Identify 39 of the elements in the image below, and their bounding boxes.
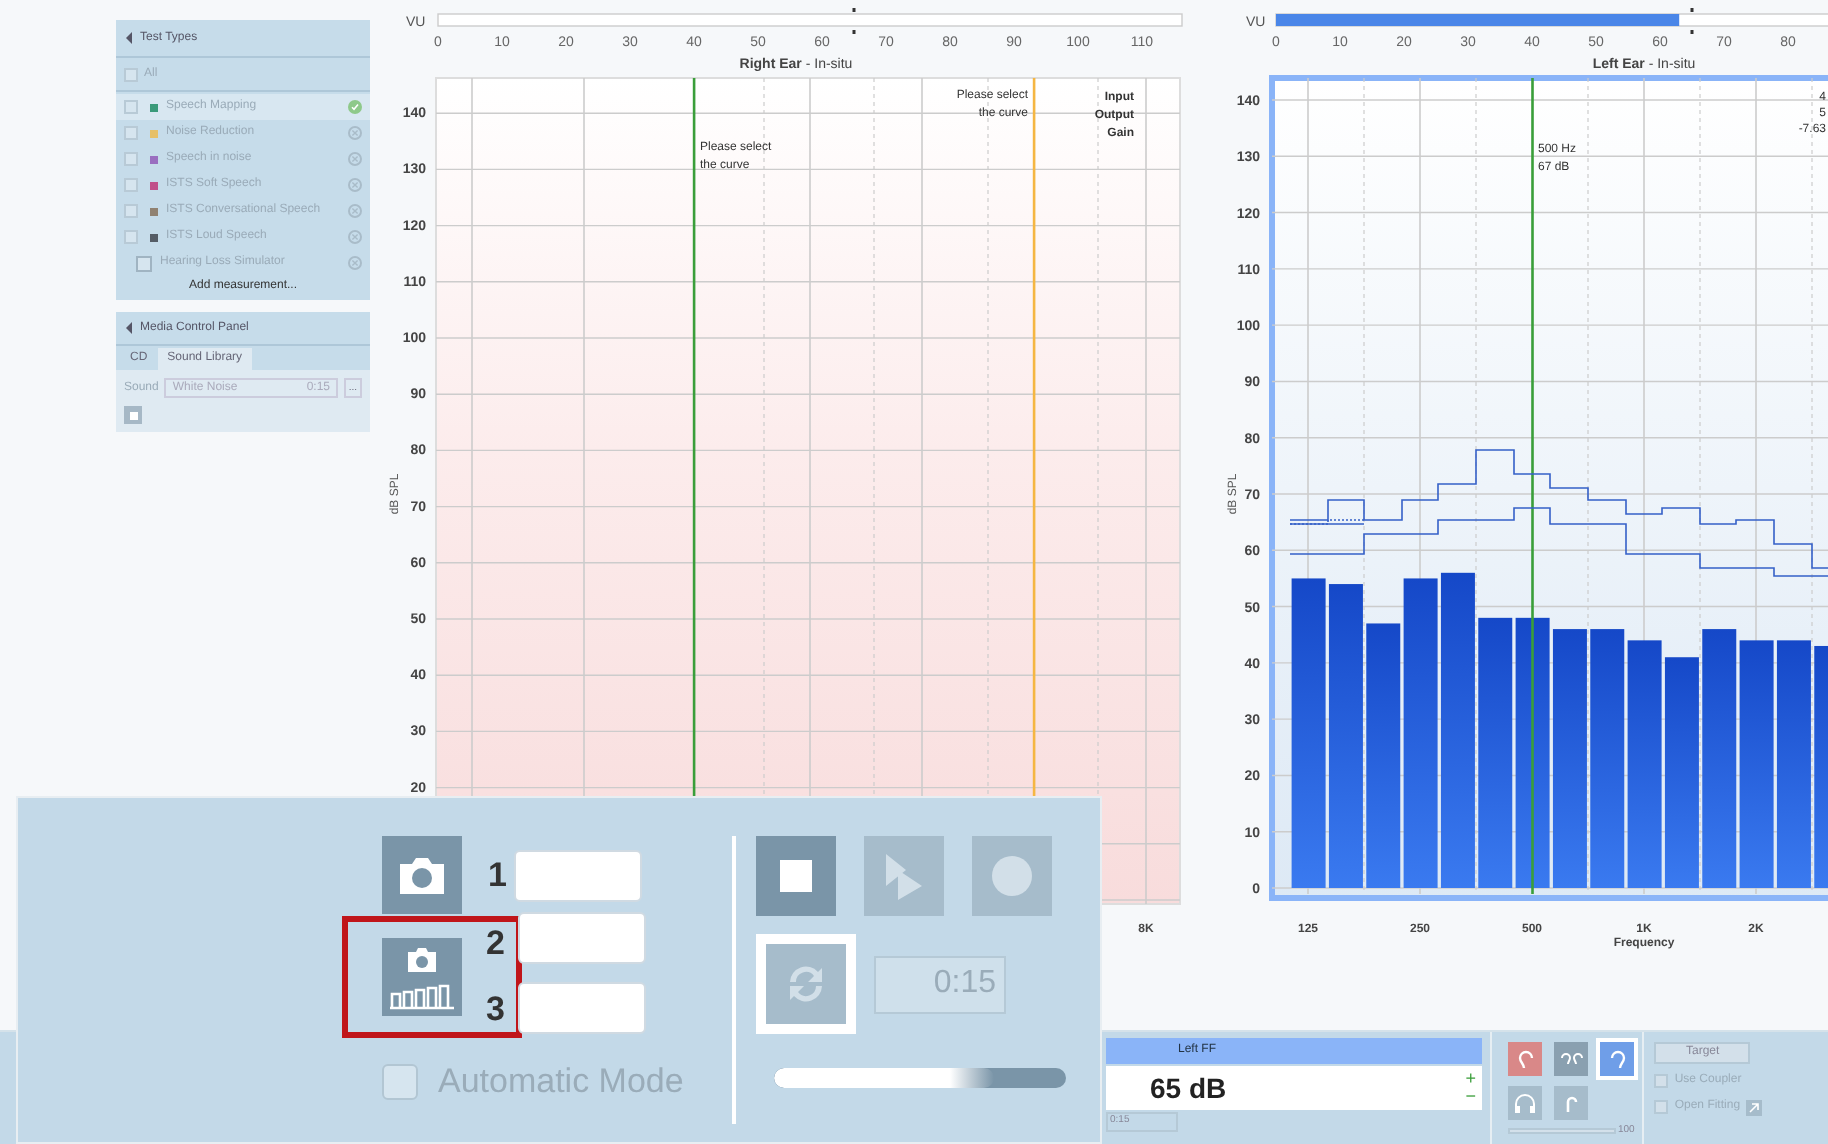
ear-button[interactable]: [1508, 1042, 1542, 1076]
headphones-icon[interactable]: [1508, 1086, 1542, 1120]
collapse-icon[interactable]: [126, 32, 132, 44]
decrease-button[interactable]: −: [1465, 1088, 1476, 1106]
open-external-icon[interactable]: [1746, 1099, 1763, 1115]
frequency-cursor[interactable]: [1531, 78, 1534, 894]
snapshot-series-button[interactable]: [382, 938, 462, 1016]
checkbox[interactable]: [124, 204, 138, 218]
checkbox[interactable]: [124, 152, 138, 166]
slot-number: 3: [486, 990, 505, 1030]
checkbox[interactable]: [1654, 1074, 1669, 1088]
play-icon: [882, 852, 926, 900]
snapshot-field[interactable]: [518, 982, 646, 1034]
checkbox[interactable]: [1654, 1100, 1669, 1114]
ear-button[interactable]: [1600, 1042, 1634, 1076]
stop-button[interactable]: [756, 836, 836, 916]
ear-icon: [1513, 1047, 1537, 1071]
loop-button[interactable]: [756, 934, 856, 1034]
level-readout: 65 dB: [1150, 1069, 1227, 1107]
ear-button[interactable]: [1554, 1042, 1588, 1076]
ear-icon: [1605, 1047, 1629, 1071]
stop-icon[interactable]: [124, 406, 142, 424]
ear-probe-icon[interactable]: [1554, 1086, 1588, 1120]
checkbox[interactable]: [124, 100, 138, 114]
slot-number: 1: [488, 853, 509, 898]
snapshot-field[interactable]: [518, 912, 646, 964]
checkbox[interactable]: [124, 178, 138, 192]
checkbox[interactable]: [124, 67, 138, 81]
snapshot-button[interactable]: [382, 836, 462, 914]
checkbox[interactable]: [124, 126, 138, 140]
camera-bars-icon: [386, 945, 458, 1009]
checkbox[interactable]: [382, 1063, 418, 1100]
slot-number: 2: [486, 924, 505, 964]
collapse-icon[interactable]: [126, 322, 132, 334]
camera-icon: [396, 853, 448, 897]
checkbox[interactable]: [124, 230, 138, 244]
simulator-icon: [136, 255, 152, 271]
snapshot-field[interactable]: [514, 849, 642, 901]
increase-button[interactable]: +: [1465, 1070, 1476, 1088]
